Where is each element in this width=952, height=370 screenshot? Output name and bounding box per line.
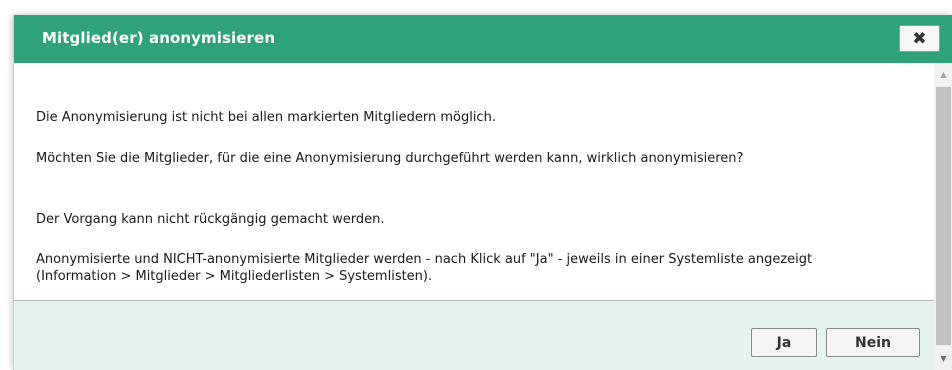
message-paragraph: Der Vorgang kann nicht rückgängig gemach… — [36, 212, 385, 227]
message-paragraph: Die Anonymisierung ist nicht bei allen m… — [36, 110, 496, 125]
vertical-scrollbar[interactable]: ▲ ▼ — [934, 63, 952, 370]
dialog-content: Die Anonymisierung ist nicht bei allen m… — [14, 63, 934, 300]
yes-button[interactable]: Ja — [751, 328, 817, 357]
dialog-footer: Ja Nein — [14, 301, 934, 370]
dialog-titlebar: Mitglied(er) anonymisieren ✖ — [14, 15, 952, 63]
message-paragraph: Möchten Sie die Mitglieder, für die eine… — [36, 151, 744, 166]
close-icon: ✖ — [912, 28, 927, 49]
anonymize-dialog: Mitglied(er) anonymisieren ✖ Die Anonymi… — [13, 15, 952, 370]
message-paragraph: Anonymisierte und NICHT-anonymisierte Mi… — [36, 252, 813, 284]
scroll-down-arrow-icon[interactable]: ▼ — [934, 350, 952, 367]
scrollbar-thumb[interactable] — [936, 87, 951, 345]
scroll-up-arrow-icon[interactable]: ▲ — [934, 66, 952, 83]
close-button[interactable]: ✖ — [899, 25, 940, 52]
no-button[interactable]: Nein — [826, 328, 920, 357]
dialog-title: Mitglied(er) anonymisieren — [42, 29, 276, 47]
